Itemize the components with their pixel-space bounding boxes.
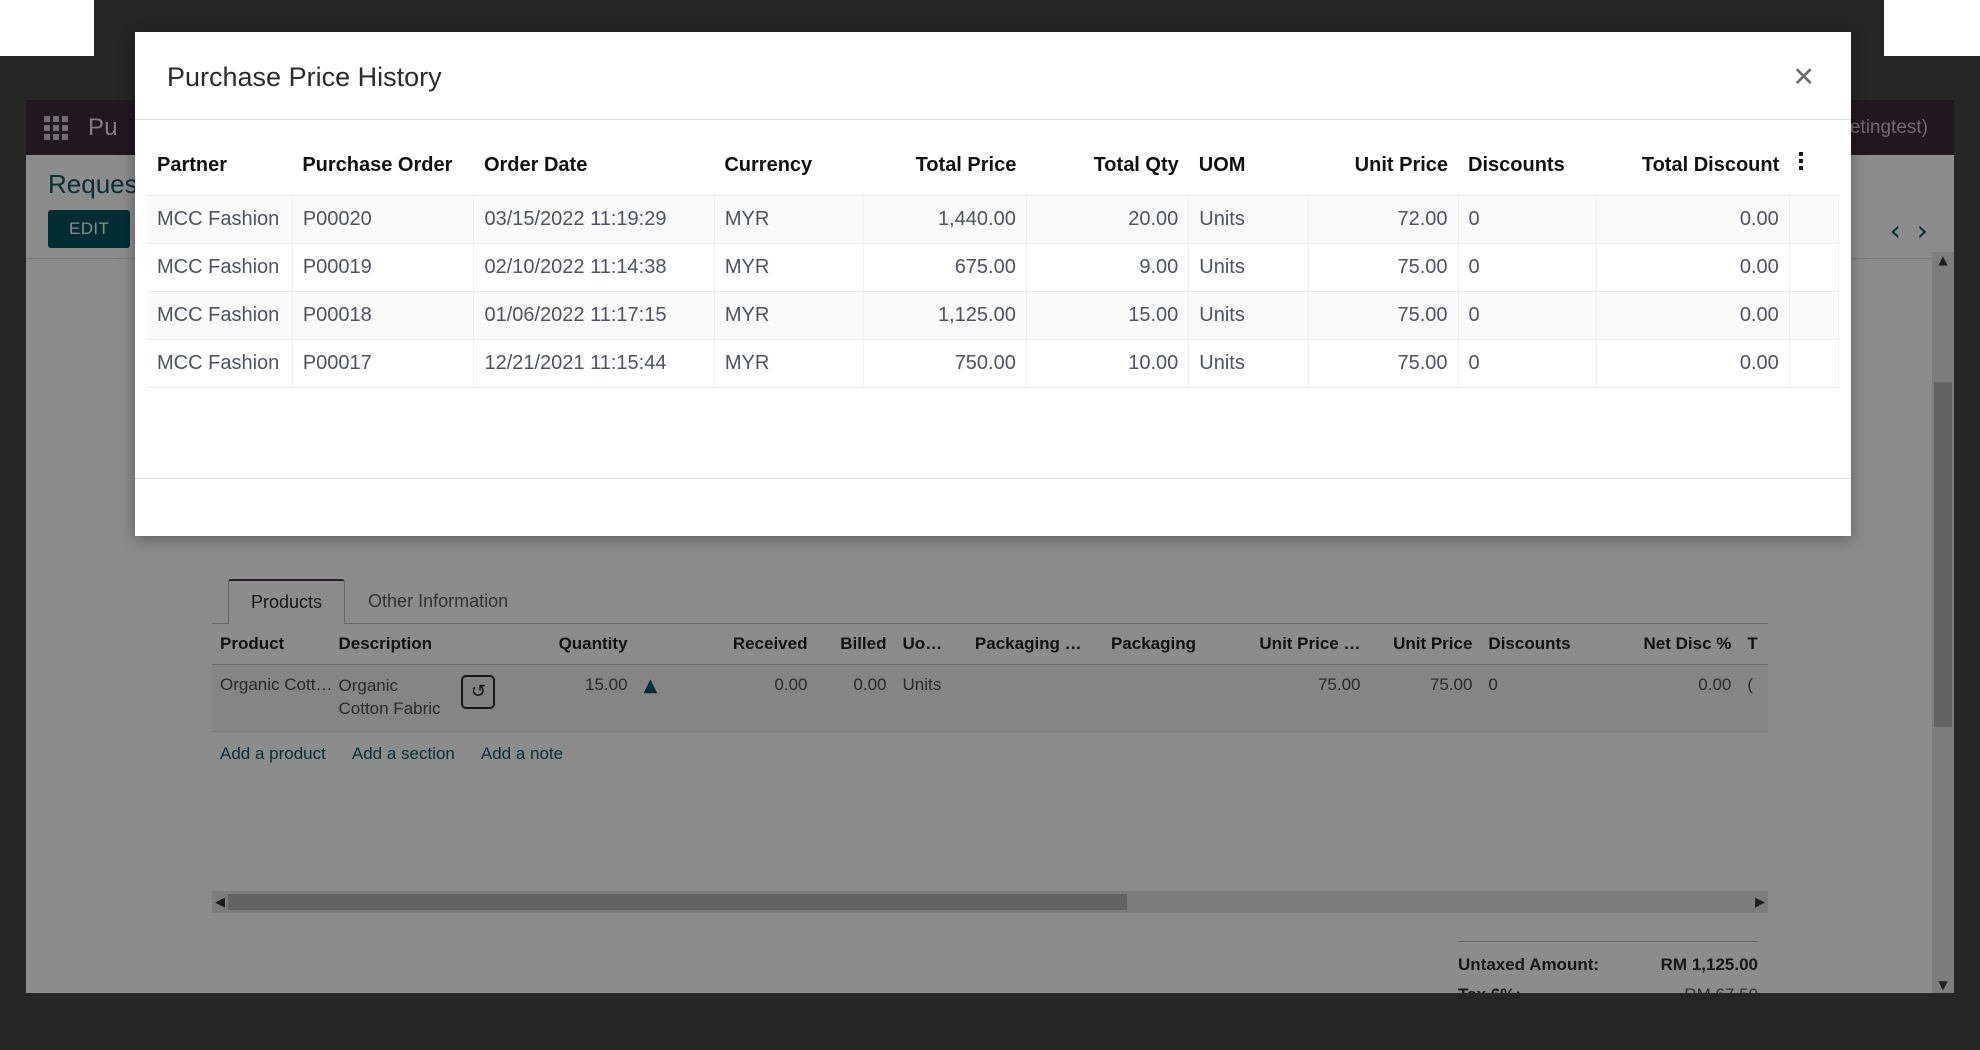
col-partner[interactable]: Partner (147, 144, 293, 196)
purchase-price-history-dialog: Purchase Price History ✕ Partner Purchas… (135, 32, 1851, 536)
cell-options (1789, 339, 1840, 388)
cell-partner[interactable]: MCC Fashion (147, 243, 293, 292)
kebab-menu-icon[interactable] (1799, 152, 1804, 173)
cell-currency[interactable]: MYR (714, 243, 865, 292)
dialog-header: Purchase Price History ✕ (135, 32, 1851, 120)
page-title: Purchase Price History (167, 62, 442, 92)
cell-uom[interactable]: Units (1188, 243, 1309, 292)
cell-order-date[interactable]: 12/21/2021 11:15:44 (473, 339, 715, 388)
cell-discounts[interactable]: 0 (1458, 243, 1598, 292)
cell-options (1789, 195, 1840, 244)
table-row[interactable]: MCC Fashion P00019 02/10/2022 11:14:38 M… (147, 243, 1840, 292)
table-row[interactable]: MCC Fashion P00020 03/15/2022 11:19:29 M… (147, 195, 1840, 244)
cell-total-discount[interactable]: 0.00 (1596, 291, 1790, 340)
dialog-body: Partner Purchase Order Order Date Curren… (135, 120, 1851, 460)
col-currency[interactable]: Currency (714, 144, 864, 196)
col-options (1789, 144, 1839, 196)
price-history-header-row: Partner Purchase Order Order Date Curren… (147, 144, 1839, 196)
cell-currency[interactable]: MYR (714, 195, 865, 244)
col-discounts[interactable]: Discounts (1458, 144, 1597, 196)
cell-partner[interactable]: MCC Fashion (147, 291, 293, 340)
chrome-notch-left (0, 0, 94, 56)
cell-order-date[interactable]: 03/15/2022 11:19:29 (473, 195, 715, 244)
dialog-footer (135, 478, 1851, 536)
cell-unit-price[interactable]: 75.00 (1308, 339, 1459, 388)
cell-options (1789, 243, 1840, 292)
cell-total-price[interactable]: 1,125.00 (863, 291, 1027, 340)
cell-currency[interactable]: MYR (714, 291, 865, 340)
cell-discounts[interactable]: 0 (1458, 195, 1598, 244)
cell-uom[interactable]: Units (1188, 195, 1309, 244)
cell-uom[interactable]: Units (1188, 339, 1309, 388)
col-unit-price[interactable]: Unit Price (1308, 144, 1459, 196)
cell-total-discount[interactable]: 0.00 (1596, 243, 1790, 292)
cell-order-date[interactable]: 02/10/2022 11:14:38 (473, 243, 715, 292)
cell-purchase-order[interactable]: P00020 (292, 195, 475, 244)
cell-purchase-order[interactable]: P00018 (292, 291, 475, 340)
cell-partner[interactable]: MCC Fashion (147, 195, 293, 244)
col-order-date[interactable]: Order Date (473, 144, 715, 196)
cell-purchase-order[interactable]: P00019 (292, 243, 475, 292)
cell-total-qty[interactable]: 20.00 (1026, 195, 1190, 244)
cell-purchase-order[interactable]: P00017 (292, 339, 475, 388)
cell-order-date[interactable]: 01/06/2022 11:17:15 (473, 291, 715, 340)
chrome-notch-right (1884, 0, 1980, 56)
cell-partner[interactable]: MCC Fashion (147, 339, 293, 388)
cell-total-discount[interactable]: 0.00 (1596, 339, 1790, 388)
cell-currency[interactable]: MYR (714, 339, 865, 388)
cell-unit-price[interactable]: 75.00 (1308, 291, 1459, 340)
table-row[interactable]: MCC Fashion P00017 12/21/2021 11:15:44 M… (147, 339, 1840, 388)
cell-total-qty[interactable]: 10.00 (1026, 339, 1190, 388)
cell-uom[interactable]: Units (1188, 291, 1309, 340)
cell-total-price[interactable]: 1,440.00 (863, 195, 1027, 244)
price-history-body: MCC Fashion P00020 03/15/2022 11:19:29 M… (147, 195, 1840, 388)
cell-total-qty[interactable]: 15.00 (1026, 291, 1190, 340)
cell-total-discount[interactable]: 0.00 (1596, 195, 1790, 244)
table-row[interactable]: MCC Fashion P00018 01/06/2022 11:17:15 M… (147, 291, 1840, 340)
cell-discounts[interactable]: 0 (1458, 291, 1598, 340)
cell-unit-price[interactable]: 72.00 (1308, 195, 1459, 244)
close-icon[interactable]: ✕ (1788, 64, 1819, 91)
col-total-qty[interactable]: Total Qty (1026, 144, 1189, 196)
cell-discounts[interactable]: 0 (1458, 339, 1598, 388)
col-total-price[interactable]: Total Price (863, 144, 1027, 196)
cell-total-price[interactable]: 750.00 (863, 339, 1027, 388)
cell-total-qty[interactable]: 9.00 (1026, 243, 1190, 292)
price-history-table: Partner Purchase Order Order Date Curren… (147, 144, 1840, 388)
col-total-discount[interactable]: Total Discount (1596, 144, 1790, 196)
col-purchase-order[interactable]: Purchase Order (292, 144, 474, 196)
cell-options (1789, 291, 1840, 340)
col-uom[interactable]: UOM (1188, 144, 1309, 196)
cell-unit-price[interactable]: 75.00 (1308, 243, 1459, 292)
cell-total-price[interactable]: 675.00 (863, 243, 1027, 292)
